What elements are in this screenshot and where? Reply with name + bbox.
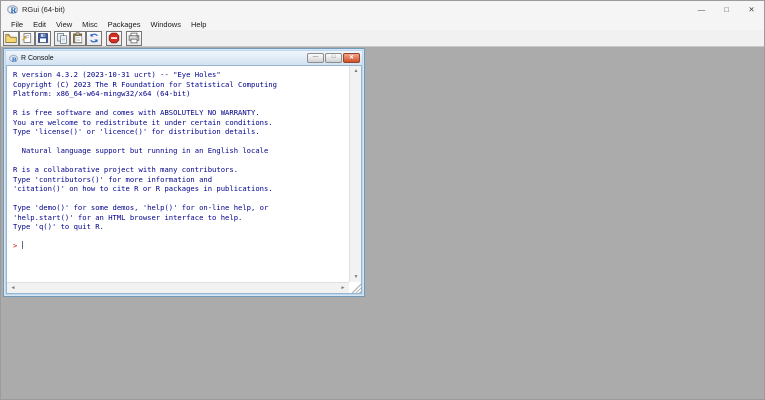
console-minimize-button[interactable]: — bbox=[307, 53, 324, 63]
scroll-up-icon[interactable]: ▲ bbox=[350, 66, 362, 76]
stop-icon bbox=[108, 32, 120, 44]
print-button[interactable] bbox=[126, 30, 142, 46]
svg-text:R: R bbox=[12, 56, 17, 63]
console-line: R is a collaborative project with many c… bbox=[13, 165, 239, 174]
r-logo-icon: R bbox=[9, 54, 18, 63]
console-prompt-line: > bbox=[13, 241, 349, 251]
copy-icon bbox=[57, 33, 67, 44]
scroll-left-icon[interactable]: ◄ bbox=[7, 283, 19, 293]
menu-view[interactable]: View bbox=[51, 20, 77, 29]
console-line: Type 'license()' or 'licence()' for dist… bbox=[13, 127, 260, 136]
titlebar: R RGui (64-bit) — □ ✕ bbox=[1, 1, 764, 18]
console-line: 'help.start()' for an HTML browser inter… bbox=[13, 212, 243, 222]
rgui-window: R RGui (64-bit) — □ ✕ File Edit View Mis… bbox=[0, 0, 765, 400]
r-logo-icon: R bbox=[7, 4, 18, 15]
toolbar bbox=[1, 30, 764, 47]
window-controls: — □ ✕ bbox=[689, 1, 764, 18]
resize-grip[interactable] bbox=[349, 282, 361, 293]
text-cursor bbox=[21, 241, 24, 249]
print-icon bbox=[128, 32, 140, 44]
scroll-right-icon[interactable]: ► bbox=[337, 283, 349, 293]
console-line: Type 'contributors()' for more informati… bbox=[13, 174, 213, 184]
console-line: Platform: x86_64-w64-mingw32/x64 (64-bit… bbox=[13, 89, 191, 98]
save-workspace-button[interactable] bbox=[35, 30, 51, 46]
open-script-button[interactable] bbox=[3, 30, 19, 46]
console-output[interactable]: R version 4.3.2 (2023-10-31 ucrt) -- "Ey… bbox=[7, 66, 349, 282]
copy-and-paste-button[interactable] bbox=[86, 30, 102, 46]
menubar: File Edit View Misc Packages Windows Hel… bbox=[1, 18, 764, 30]
console-prompt: > bbox=[13, 241, 22, 250]
svg-text:R: R bbox=[10, 6, 17, 15]
minimize-button[interactable]: — bbox=[689, 1, 714, 18]
maximize-button[interactable]: □ bbox=[714, 1, 739, 18]
copy-and-paste-icon bbox=[90, 33, 98, 43]
menu-windows[interactable]: Windows bbox=[146, 20, 186, 29]
console-close-button[interactable]: ✕ bbox=[343, 53, 360, 63]
mdi-area: R R Console — □ ✕ R version 4.3.2 (2023-… bbox=[1, 47, 764, 399]
copy-button[interactable] bbox=[54, 30, 70, 46]
menu-help[interactable]: Help bbox=[186, 20, 211, 29]
console-window-controls: — □ ✕ bbox=[307, 53, 360, 63]
console-line: R version 4.3.2 (2023-10-31 ucrt) -- "Ey… bbox=[13, 70, 221, 79]
r-console-window: R R Console — □ ✕ R version 4.3.2 (2023-… bbox=[3, 48, 365, 297]
console-line: Copyright (C) 2023 The R Foundation for … bbox=[13, 79, 277, 89]
vertical-scrollbar[interactable]: ▲ ▼ bbox=[349, 66, 361, 282]
load-workspace-icon bbox=[22, 33, 32, 43]
close-button[interactable]: ✕ bbox=[739, 1, 764, 18]
console-line: Type 'demo()' for some demos, 'help()' f… bbox=[13, 203, 269, 212]
console-line: Type 'q()' to quit R. bbox=[13, 222, 104, 231]
scroll-down-icon[interactable]: ▼ bbox=[350, 272, 362, 282]
console-line: You are welcome to redistribute it under… bbox=[13, 117, 273, 127]
menu-packages[interactable]: Packages bbox=[103, 20, 146, 29]
console-title: R Console bbox=[21, 54, 54, 62]
console-line: 'citation()' on how to cite R or R packa… bbox=[13, 184, 273, 193]
console-maximize-button[interactable]: □ bbox=[325, 53, 342, 63]
save-workspace-icon bbox=[38, 33, 48, 43]
open-script-icon bbox=[5, 33, 17, 43]
console-line: Natural language support but running in … bbox=[13, 146, 269, 155]
paste-button[interactable] bbox=[70, 30, 86, 46]
menu-edit[interactable]: Edit bbox=[28, 20, 51, 29]
menu-misc[interactable]: Misc bbox=[77, 20, 102, 29]
load-workspace-button[interactable] bbox=[19, 30, 35, 46]
window-title: RGui (64-bit) bbox=[22, 5, 65, 14]
console-line: R is free software and comes with ABSOLU… bbox=[13, 108, 260, 117]
horizontal-scrollbar[interactable]: ◄ ► bbox=[7, 282, 349, 293]
console-body: R version 4.3.2 (2023-10-31 ucrt) -- "Ey… bbox=[6, 65, 362, 294]
stop-computation-button[interactable] bbox=[106, 30, 122, 46]
menu-file[interactable]: File bbox=[6, 20, 28, 29]
paste-icon bbox=[73, 32, 83, 44]
console-titlebar[interactable]: R R Console — □ ✕ bbox=[6, 51, 362, 65]
